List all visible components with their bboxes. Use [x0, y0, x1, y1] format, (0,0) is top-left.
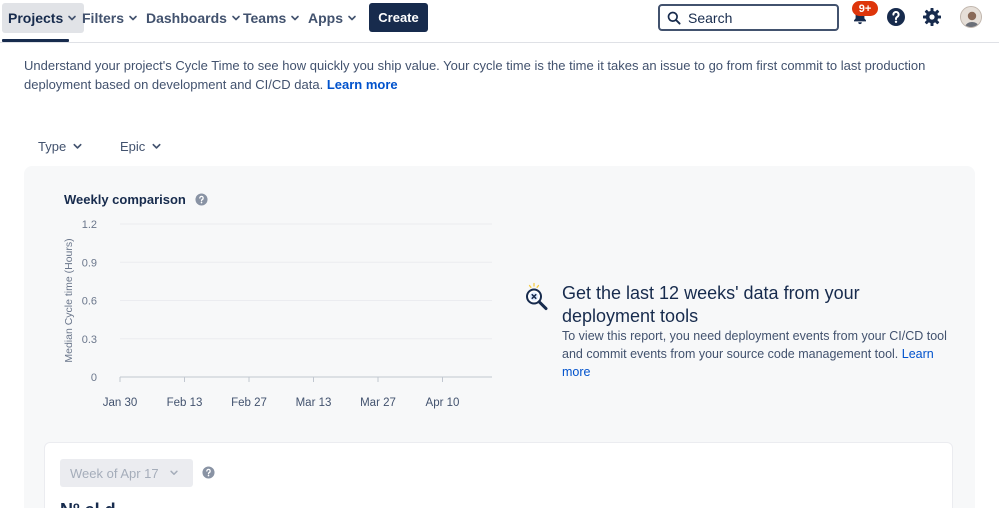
help-icon[interactable] [195, 193, 208, 206]
intro-learn-more-link[interactable]: Learn more [327, 77, 398, 92]
chevron-down-icon [129, 15, 137, 21]
card-heading-partial: Nº el d [60, 500, 116, 508]
y-tick-label: 0.3 [82, 334, 97, 346]
chevron-down-icon [73, 143, 82, 149]
nav-filters-label: Filters [82, 10, 125, 26]
nav-active-indicator [2, 39, 69, 42]
nav-apps[interactable]: Apps [302, 3, 364, 33]
nav-teams-label: Teams [243, 10, 287, 26]
chart-title: Weekly comparison [64, 192, 208, 207]
y-tick-label: 0.9 [82, 257, 97, 269]
epic-filter[interactable]: Epic [120, 136, 162, 156]
nav-projects-label: Projects [8, 10, 64, 26]
search-icon [667, 11, 681, 25]
type-filter-label: Type [38, 138, 67, 154]
nav-dashboards[interactable]: Dashboards [140, 3, 248, 33]
magnifier-error-icon [526, 282, 548, 311]
x-tick-label: Apr 10 [426, 397, 460, 409]
top-navigation: Projects Filters Dashboards Teams Apps C… [0, 0, 999, 43]
week-select-value: Week of Apr 17 [70, 465, 159, 481]
help-icon[interactable] [202, 466, 215, 479]
weekly-comparison-chart: 1.2 0.9 0.6 0.3 0 Jan 30 Feb 13 Feb 27 Mar 13 Mar… [63, 219, 492, 409]
nav-dashboards-label: Dashboards [146, 10, 227, 26]
x-tick-label: Feb 27 [231, 397, 267, 409]
avatar[interactable] [960, 6, 982, 28]
intro-paragraph: Understand your project's Cycle Time to … [24, 57, 954, 94]
chevron-down-icon [169, 470, 178, 475]
question-circle-icon [887, 8, 905, 26]
chevron-down-icon [348, 15, 356, 21]
nav-apps-label: Apps [308, 10, 343, 26]
chevron-down-icon [152, 143, 161, 149]
empty-state-text: To view this report, you need deployment… [562, 329, 947, 361]
nav-filters[interactable]: Filters [76, 3, 145, 33]
x-tick-label: Mar 13 [296, 397, 332, 409]
week-select[interactable]: Week of Apr 17 [60, 459, 193, 487]
type-filter[interactable]: Type [38, 136, 83, 156]
x-tick-label: Mar 27 [360, 397, 396, 409]
y-tick-label: 0.6 [82, 296, 97, 308]
nav-projects[interactable]: Projects [2, 3, 85, 33]
empty-state-description: To view this report, you need deployment… [562, 327, 947, 381]
help-button[interactable] [884, 5, 908, 29]
x-tick-label: Jan 30 [103, 397, 138, 409]
y-tick-label: 0 [91, 372, 97, 384]
chevron-down-icon [291, 15, 300, 21]
x-tick-label: Feb 13 [167, 397, 203, 409]
notification-badge: 9+ [852, 1, 878, 16]
search-field[interactable] [658, 4, 839, 31]
chart-title-text: Weekly comparison [64, 192, 186, 207]
epic-filter-label: Epic [120, 138, 146, 154]
y-axis-label: Median Cycle time (Hours) [63, 238, 75, 362]
empty-state-title: Get the last 12 weeks' data from your de… [562, 283, 860, 326]
nav-teams[interactable]: Teams [237, 3, 307, 33]
search-input[interactable] [688, 9, 828, 26]
profile-photo-icon [961, 7, 981, 27]
create-button[interactable]: Create [369, 3, 428, 32]
settings-button[interactable] [920, 5, 944, 29]
gear-icon [923, 8, 941, 26]
intro-text: Understand your project's Cycle Time to … [24, 58, 926, 92]
y-tick-label: 1.2 [82, 219, 97, 231]
